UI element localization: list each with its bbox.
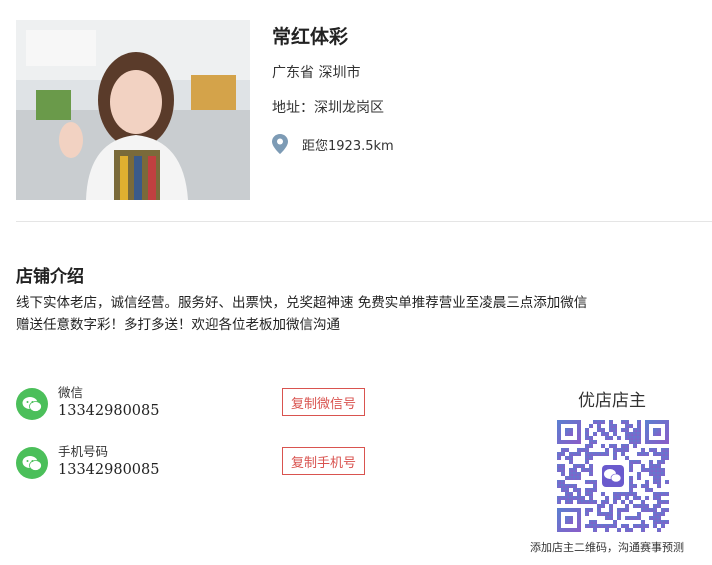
shop-region: 广东省 深圳市: [272, 65, 361, 81]
shop-name: 常红体彩: [272, 26, 349, 48]
wechat-icon: [16, 447, 48, 479]
shop-address: 地址：深圳龙岗区: [272, 100, 384, 116]
contact-row-phone: 手机号码 13342980085: [16, 444, 159, 480]
intro-line-2: 赠送任意数字彩！多打多送！欢迎各位老板加微信沟通: [16, 317, 340, 333]
wechat-value: 13342980085: [58, 403, 160, 419]
location-pin-icon: [272, 134, 288, 154]
distance-text: 距您1923.5km: [302, 138, 394, 154]
intro-line-1: 线下实体老店，诚信经营。服务好、出票快，兑奖超神速 免费实单推荐营业至凌晨三点添…: [16, 295, 588, 311]
owner-title: 优店店主: [578, 391, 646, 411]
wechat-label: 微信: [58, 385, 84, 400]
section-divider: [16, 221, 712, 222]
phone-label: 手机号码: [58, 444, 109, 459]
intro-text: 线下实体老店，诚信经营。服务好、出票快，兑奖超神速 免费实单推荐营业至凌晨三点添…: [16, 292, 656, 336]
intro-title: 店铺介绍: [16, 267, 84, 287]
copy-phone-button[interactable]: 复制手机号: [282, 447, 365, 475]
qr-caption: 添加店主二维码，沟通赛事预测: [530, 541, 684, 554]
shop-distance: 距您1923.5km: [272, 134, 394, 154]
wechat-icon: [16, 388, 48, 420]
copy-wechat-button[interactable]: 复制微信号: [282, 388, 365, 416]
qr-code: [557, 420, 669, 532]
phone-value: 13342980085: [58, 462, 160, 478]
shop-photo: [16, 20, 250, 200]
contact-row-wechat: 微信 13342980085: [16, 385, 159, 421]
